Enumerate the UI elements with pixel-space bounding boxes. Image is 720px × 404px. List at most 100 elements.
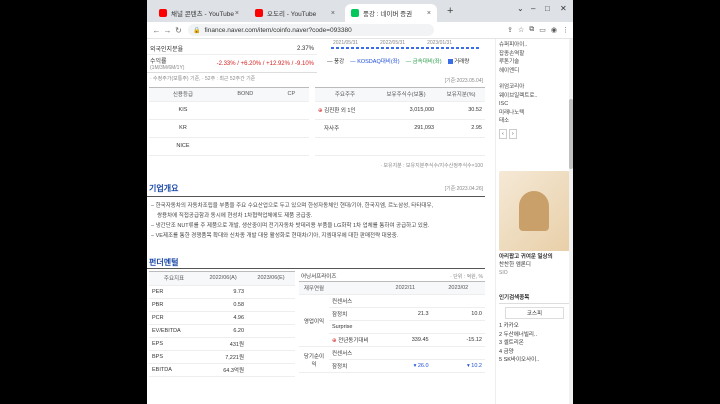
list-item[interactable]: 잡종손역할 <box>499 50 570 59</box>
maximize-icon[interactable]: □ <box>545 4 550 13</box>
list-item[interactable]: 위엄코리아 <box>499 83 570 92</box>
table-row: 당기순이익 컨센서스 <box>299 346 485 373</box>
overview-date: [기준:2023.04.26] <box>444 186 483 192</box>
return-values: -2.33% / +6.20% / +12.92% / -9.10% <box>216 61 314 67</box>
minimize-icon[interactable]: – <box>531 4 535 13</box>
foreign-ratio-label: 외국인지분율 <box>150 47 184 53</box>
company-overview: 기업개요 [기준:2023.04.26] – 한국자동차의 자동차조립을 부품을… <box>147 183 485 245</box>
price-chart-strip: 2021/05/31 2022/05/31 2023/01/31 — 풍강 — … <box>325 39 485 75</box>
table-header: CP <box>273 88 309 102</box>
tab-kospi[interactable]: 코스피 <box>505 307 564 319</box>
table-row: NICE <box>149 137 309 156</box>
list-item[interactable]: 미래나노텍 <box>499 109 570 118</box>
menu-icon[interactable]: ⋮ <box>562 26 569 34</box>
address-bar: ← → ↻ 🔒 finance.naver.com/item/coinfo.na… <box>147 22 573 39</box>
stock-summary: 외국인지분율 2.37% 수익률 (1M/3M/6M/1Y) -2.33% / … <box>147 43 317 84</box>
table-row: BPS 7,221원 <box>149 350 295 364</box>
table-header: 보유지분(%) <box>437 88 485 102</box>
chart-date: 2021/05/31 <box>333 40 359 46</box>
chevron-down-icon[interactable]: ⌄ <box>517 4 524 13</box>
scrollbar[interactable] <box>569 39 573 404</box>
legend-item: 거래량 <box>447 57 469 65</box>
close-icon[interactable]: × <box>331 10 335 17</box>
legend-item: — 금속대비(좌) <box>405 59 442 65</box>
list-item[interactable]: 태소 <box>499 117 570 126</box>
table-header: BOND <box>216 88 274 102</box>
ad-text[interactable]: 아리팝고 귀여운 일상의 찬찬한 엠론디 SIO <box>496 251 573 279</box>
fundamental-table: 주요지표 2022/06(A) 2023/06(E) PER 9.73 PBR 0.… <box>149 271 295 377</box>
tab-label: 풍강 : 네이버 증권 <box>363 11 413 18</box>
prev-button[interactable]: ‹ <box>499 128 507 139</box>
table-row: EBITDA 64.3억원 <box>149 363 295 377</box>
holder-name[interactable]: 김진환 외 1인 <box>324 108 355 114</box>
holder-note: · 보유지분 : 보유지분주식수/지수산정주식수×100 <box>380 162 483 169</box>
list-item: – 한국자동차의 자동차조립을 부품을 주요 수요산업으로 두고 있으며 한성자… <box>151 203 434 209</box>
list-item: 쌍용차에 직접공급함과 동시에 현성차 1차협력업체에도 제품 공급중. <box>157 213 313 219</box>
list-item[interactable]: 1 카카오 <box>499 322 570 331</box>
major-holders-table: 주요주주 보유주식수(보통) 보유지분(%) ⊕ 김진환 외 1인 3,015,… <box>315 87 485 169</box>
naver-icon <box>351 9 359 17</box>
close-icon[interactable]: × <box>235 10 239 17</box>
table-row: EPS 431원 <box>149 337 295 351</box>
sidebar-icon[interactable]: ▭ <box>539 26 546 34</box>
forward-icon[interactable]: → <box>162 26 173 35</box>
youtube-icon <box>255 9 263 17</box>
ad-image[interactable] <box>499 171 570 251</box>
star-icon[interactable]: ☆ <box>518 26 524 34</box>
section-title: 펀더멘털 <box>149 258 179 267</box>
reload-icon[interactable]: ↻ <box>173 26 184 35</box>
table-header: 2023/06(E) <box>247 272 295 286</box>
list-item[interactable]: 2 두산에너빌리.. <box>499 331 570 340</box>
table-header: 신용등급 <box>149 88 217 102</box>
overview-text: – 한국자동차의 자동차조립을 부품을 주요 수요산업으로 두고 있으며 한성자… <box>147 197 485 245</box>
tab-youtube-studio[interactable]: 채널 콘텐츠 - YouTube Studio × <box>153 4 245 22</box>
section-title: 기업개요 <box>149 184 179 193</box>
list-item[interactable]: 3 셀트리온 <box>499 339 570 348</box>
close-icon[interactable]: × <box>427 10 431 17</box>
list-item: – VE제조를 통한 경쟁품목 확대와 신차종 개발 대응 활성화로 현대차/기… <box>151 233 399 239</box>
surprise-title: 어닝서프라이즈 <box>301 274 337 280</box>
popular-title: 인기검색종목 <box>499 293 570 304</box>
table-row: 영업이익 컨센서스 <box>299 294 485 347</box>
share-icon[interactable]: ⇪ <box>507 26 513 34</box>
page-content: 외국인지분율 2.37% 수익률 (1M/3M/6M/1Y) -2.33% / … <box>147 39 573 404</box>
table-header: 주요주주 <box>315 88 375 102</box>
holder-date: [기준:2023.05.04] <box>444 78 483 84</box>
expand-icon[interactable]: ⊕ <box>332 338 337 344</box>
extension-icon[interactable]: ⧉ <box>529 26 534 34</box>
foreign-ratio-value: 2.37% <box>296 45 314 52</box>
lock-icon: 🔒 <box>193 27 201 34</box>
list-item[interactable]: 슈퍼피아이.. <box>499 41 570 50</box>
list-item[interactable]: 5 SK바이오사이.. <box>499 356 570 365</box>
close-window-icon[interactable]: ✕ <box>560 4 567 13</box>
list-item[interactable]: 루톤기술 <box>499 58 570 67</box>
expand-icon[interactable]: ⊕ <box>318 108 323 114</box>
table-row: PCR 4.96 <box>149 311 295 325</box>
browser-window: 채널 콘텐츠 - YouTube Studio × 오도리 - YouTube … <box>147 0 573 404</box>
table-header: 보유주식수(보통) <box>374 88 438 102</box>
table-header: 재무연월 <box>299 281 329 295</box>
next-button[interactable]: › <box>508 128 517 139</box>
tab-youtube[interactable]: 오도리 - YouTube × <box>249 4 341 22</box>
table-row: KR <box>149 119 309 138</box>
list-item[interactable]: 웨이브일렉트로.. <box>499 92 570 101</box>
popular-search: 인기검색종목 코스피 1 카카오 2 두산에너빌리.. 3 셀트리온 4 금양 … <box>496 293 573 365</box>
new-tab-button[interactable]: + <box>447 5 453 17</box>
legend-item: — KOSDAQ대비(좌) <box>350 59 400 65</box>
list-item[interactable]: 4 금양 <box>499 348 570 357</box>
table-row: KIS <box>149 101 309 120</box>
scrollbar-thumb[interactable] <box>569 99 573 169</box>
list-item[interactable]: ISC <box>499 100 570 109</box>
back-icon[interactable]: ← <box>151 26 162 35</box>
legend-item: — 풍강 <box>327 59 345 65</box>
chart-date: 2023/01/31 <box>427 40 453 46</box>
tab-naver-finance[interactable]: 풍강 : 네이버 증권 × <box>345 4 437 22</box>
table-row: EV/EBITDA 6.20 <box>149 324 295 338</box>
chart-date: 2022/05/31 <box>380 40 406 46</box>
table-row: PBR 0.58 <box>149 298 295 312</box>
list-item[interactable]: 헤이엔디 <box>499 67 570 76</box>
avatar[interactable]: ◉ <box>551 26 557 34</box>
url-input[interactable]: 🔒 finance.naver.com/item/coinfo.naver?co… <box>188 24 434 36</box>
youtube-icon <box>159 9 167 17</box>
table-header: 2023/02 <box>431 281 485 295</box>
